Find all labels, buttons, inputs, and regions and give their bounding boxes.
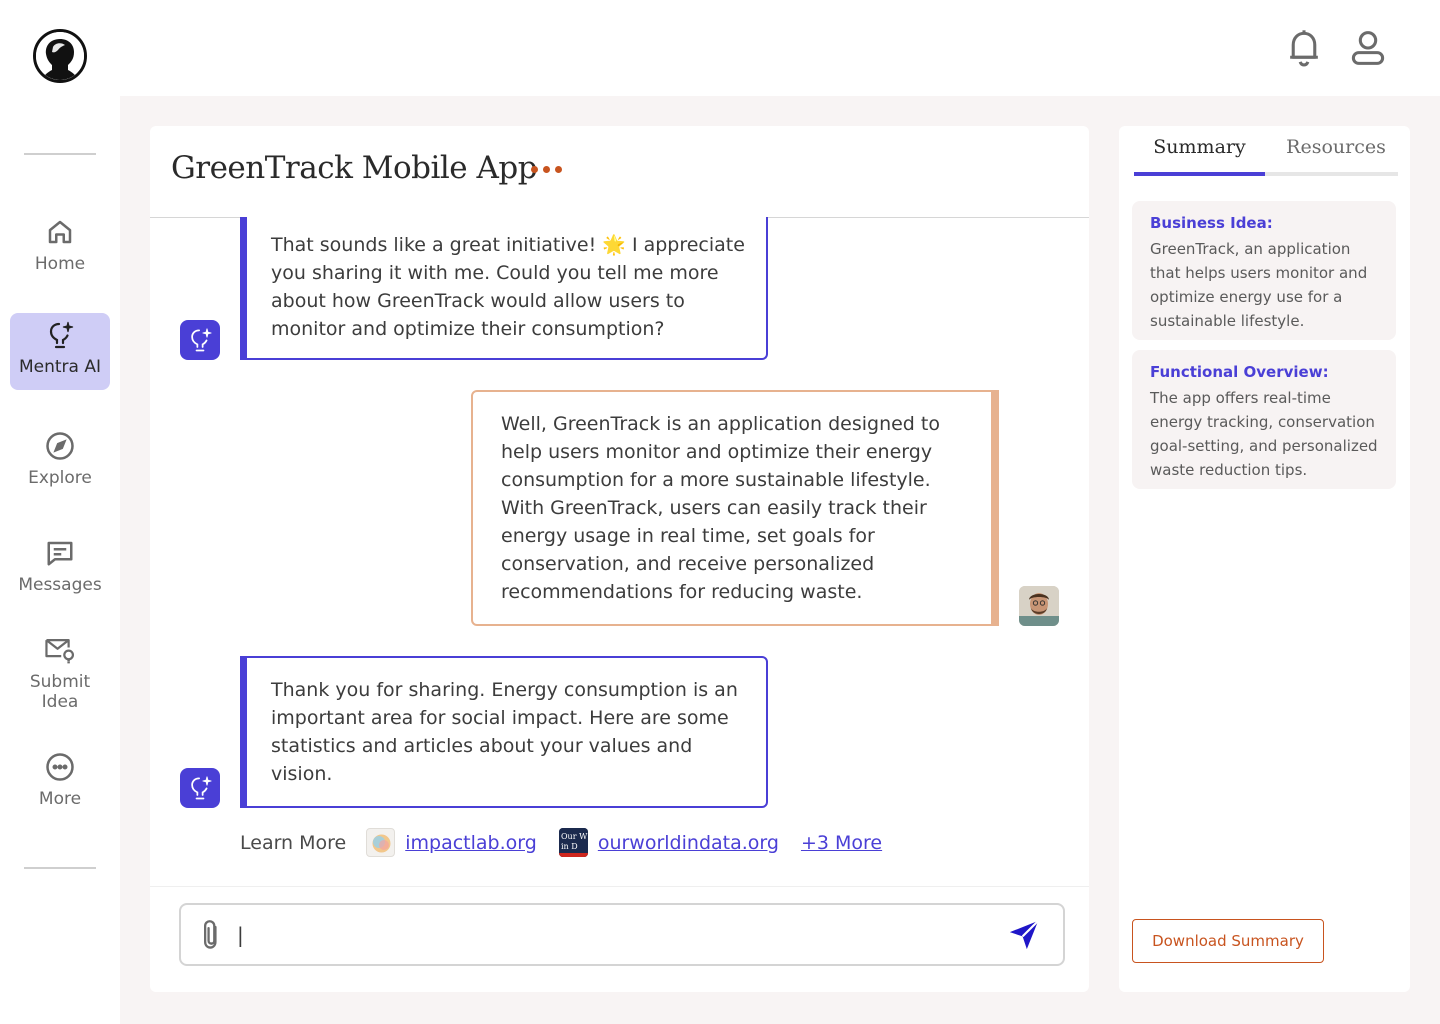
ourworldindata-link[interactable]: ourworldindata.org <box>598 832 779 854</box>
more-sources-link[interactable]: +3 More <box>801 832 882 854</box>
app-logo[interactable] <box>33 29 87 83</box>
home-icon <box>44 216 76 248</box>
chat-title: GreenTrack Mobile App <box>171 150 538 186</box>
source-impactlab[interactable]: impactlab.org <box>366 828 537 857</box>
chat-header: GreenTrack Mobile App <box>150 126 1089 218</box>
mail-idea-icon <box>44 634 76 666</box>
logo-head-icon <box>36 32 84 80</box>
ourworldindata-favicon-icon: Our Win D <box>558 828 588 857</box>
sidebar-item-home[interactable]: Home <box>10 216 110 274</box>
more-circle-icon <box>44 751 76 783</box>
tab-summary[interactable]: Summary <box>1134 136 1265 176</box>
ai-message: Thank you for sharing. Energy consumptio… <box>240 656 768 808</box>
ai-message: That sounds like a great initiative! 🌟 I… <box>240 217 768 360</box>
summary-panel: Summary Resources Business Idea: GreenTr… <box>1119 126 1410 992</box>
functional-overview-title: Functional Overview: <box>1150 363 1329 381</box>
sidebar-item-mentra-ai[interactable]: Mentra AI <box>10 313 110 390</box>
learn-more-label: Learn More <box>240 831 347 854</box>
send-icon[interactable] <box>1007 918 1041 952</box>
functional-overview-text: The app offers real-time energy tracking… <box>1150 389 1378 479</box>
message-text: Well, GreenTrack is an application desig… <box>501 413 940 603</box>
sidebar-item-label: Mentra AI <box>18 357 102 377</box>
user-message: Well, GreenTrack is an application desig… <box>471 390 999 626</box>
sidebar-item-submit-idea[interactable]: Submit Idea <box>10 634 110 712</box>
sidebar-item-label: More <box>38 789 82 809</box>
message-text: Thank you for sharing. Energy consumptio… <box>271 679 738 785</box>
paperclip-icon[interactable] <box>199 919 225 951</box>
source-ourworldindata[interactable]: Our Win D ourworldindata.org <box>558 828 779 857</box>
lightbulb-sparkle-icon <box>44 319 76 351</box>
sidebar-divider-bottom <box>24 867 96 869</box>
ai-avatar-icon <box>180 320 220 360</box>
business-idea-title: Business Idea: <box>1150 214 1273 232</box>
sidebar-item-messages[interactable]: Messages <box>10 537 110 595</box>
composer-area <box>150 886 1089 992</box>
ai-avatar-icon <box>180 768 220 808</box>
panel-tabs: Summary Resources <box>1134 136 1398 176</box>
user-avatar <box>1019 586 1059 626</box>
functional-overview-card: Functional Overview: The app offers real… <box>1132 350 1396 489</box>
download-summary-button[interactable]: Download Summary <box>1132 919 1324 963</box>
business-idea-card: Business Idea: GreenTrack, an applicatio… <box>1132 201 1396 340</box>
message-input[interactable] <box>237 919 997 951</box>
user-profile-icon[interactable] <box>1349 28 1387 68</box>
svg-text:in D: in D <box>561 842 578 851</box>
sidebar-item-more[interactable]: More <box>10 751 110 809</box>
sidebar-item-label: Explore <box>28 468 92 488</box>
tab-resources[interactable]: Resources <box>1274 136 1398 176</box>
svg-text:Our W: Our W <box>561 832 588 841</box>
sidebar-item-label: Submit Idea <box>29 672 91 712</box>
message-icon <box>44 537 76 569</box>
learn-more-row: Learn More impactlab.org Our Win D ourwo… <box>240 828 882 857</box>
message-composer <box>179 903 1065 966</box>
sidebar-item-explore[interactable]: Explore <box>10 430 110 488</box>
message-text: That sounds like a great initiative! 🌟 I… <box>271 234 745 340</box>
sidebar-item-label: Messages <box>18 575 102 595</box>
chat-options-button[interactable] <box>531 166 562 173</box>
notification-bell-icon[interactable] <box>1285 28 1323 68</box>
sidebar-item-label: Home <box>34 254 86 274</box>
business-idea-text: GreenTrack, an application that helps us… <box>1150 240 1368 330</box>
compass-icon <box>44 430 76 462</box>
impactlab-link[interactable]: impactlab.org <box>405 832 537 854</box>
chat-panel: GreenTrack Mobile App That sounds like a… <box>150 126 1089 992</box>
impactlab-favicon-icon <box>366 828 396 857</box>
sidebar-divider-top <box>24 153 96 155</box>
